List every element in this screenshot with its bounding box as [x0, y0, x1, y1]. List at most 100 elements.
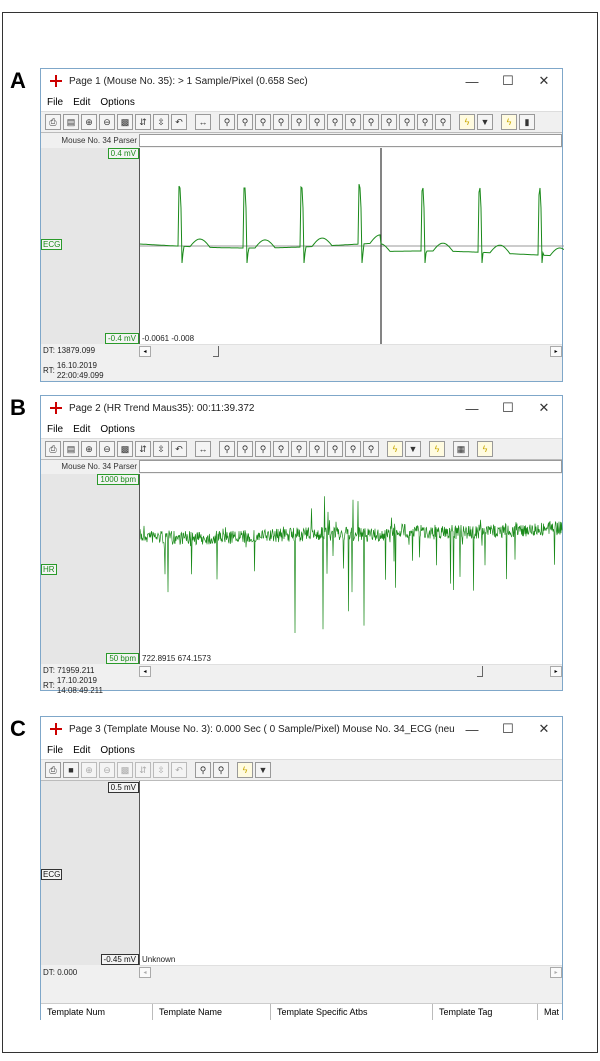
scroll-thumb[interactable] [213, 346, 219, 357]
find-icon[interactable]: ⚲ [381, 114, 397, 130]
y-min-label[interactable]: -0.4 mV [104, 333, 139, 344]
find-icon[interactable]: ⚲ [255, 441, 271, 457]
find-icon[interactable]: ⚲ [399, 114, 415, 130]
find-icon[interactable]: ⚲ [291, 441, 307, 457]
more-icon[interactable]: ▮ [519, 114, 535, 130]
close-button[interactable]: ✕ [526, 400, 562, 416]
find-icon[interactable]: ⚲ [273, 114, 289, 130]
find-icon[interactable]: ⚲ [309, 441, 325, 457]
column-mat[interactable]: Mat [538, 1004, 562, 1020]
menu-file[interactable]: File [47, 745, 63, 756]
close-button[interactable]: ✕ [526, 73, 562, 89]
lightning-active-icon[interactable]: ϟ [501, 114, 517, 130]
menu-edit[interactable]: Edit [73, 424, 90, 435]
page-icon[interactable]: ▤ [63, 114, 79, 130]
menu-file[interactable]: File [47, 424, 63, 435]
find-icon[interactable]: ⚲ [345, 114, 361, 130]
menu-options[interactable]: Options [100, 97, 134, 108]
maximize-button[interactable]: ☐ [490, 721, 526, 737]
db-icon[interactable]: ▦ [453, 441, 469, 457]
expand-icon[interactable]: ⇵ [135, 762, 151, 778]
arrows-icon[interactable]: ↔ [195, 441, 211, 457]
find-icon[interactable]: ⚲ [345, 441, 361, 457]
minimize-button[interactable]: — [454, 74, 490, 89]
scroll-left-arrow[interactable]: ◂ [139, 346, 151, 357]
find-icon[interactable]: ⚲ [255, 114, 271, 130]
menu-options[interactable]: Options [100, 745, 134, 756]
y-max-label[interactable]: 1000 bpm [97, 474, 139, 485]
maximize-button[interactable]: ☐ [490, 73, 526, 89]
undo-icon[interactable]: ↶ [171, 762, 187, 778]
page-icon[interactable]: ▤ [63, 441, 79, 457]
find-icon[interactable]: ⚲ [291, 114, 307, 130]
print-icon[interactable]: ⎙ [45, 441, 61, 457]
find-icon[interactable]: ⚲ [327, 441, 343, 457]
find-icon[interactable]: ⚲ [219, 114, 235, 130]
save-icon[interactable]: ■ [63, 762, 79, 778]
find-icon[interactable]: ⚲ [363, 441, 379, 457]
print-icon[interactable]: ⎙ [45, 114, 61, 130]
lightning-icon[interactable]: ϟ [237, 762, 253, 778]
horizontal-scrollbar[interactable]: ◂ ▸ [139, 664, 562, 677]
fit-icon[interactable]: ▩ [117, 441, 133, 457]
maximize-button[interactable]: ☐ [490, 400, 526, 416]
column-template-specific-atbs[interactable]: Template Specific Atbs [271, 1004, 433, 1020]
undo-icon[interactable]: ↶ [171, 114, 187, 130]
expand-icon[interactable]: ⇵ [135, 441, 151, 457]
filter-icon[interactable]: ▼ [405, 441, 421, 457]
y-min-label[interactable]: 50 bpm [106, 653, 139, 664]
channel-label[interactable]: ECG [41, 239, 63, 250]
lightning-icon[interactable]: ϟ [387, 441, 403, 457]
find-icon[interactable]: ⚲ [417, 114, 433, 130]
template-plot[interactable]: Unknown [139, 781, 562, 965]
menu-options[interactable]: Options [100, 424, 134, 435]
find-icon[interactable]: ⚲ [219, 441, 235, 457]
zoom-in-icon[interactable]: ⊕ [81, 441, 97, 457]
column-template-name[interactable]: Template Name [153, 1004, 271, 1020]
y-max-label[interactable]: 0.4 mV [107, 148, 139, 159]
zoom-out-icon[interactable]: ⊖ [99, 441, 115, 457]
scroll-left-arrow[interactable]: ◂ [139, 967, 151, 978]
lightning-icon[interactable]: ϟ [429, 441, 445, 457]
filter-icon[interactable]: ▼ [255, 762, 271, 778]
channel-label[interactable]: ECG [41, 869, 63, 880]
find-icon[interactable]: ⚲ [327, 114, 343, 130]
find-icon[interactable]: ⚲ [363, 114, 379, 130]
fit-icon[interactable]: ▩ [117, 762, 133, 778]
find-icon[interactable]: ⚲ [213, 762, 229, 778]
find-icon[interactable]: ⚲ [195, 762, 211, 778]
channel-label[interactable]: HR [41, 564, 57, 575]
zoom-in-icon[interactable]: ⊕ [81, 762, 97, 778]
find-icon[interactable]: ⚲ [237, 441, 253, 457]
scroll-right-arrow[interactable]: ▸ [550, 666, 562, 677]
compress-icon[interactable]: ⇳ [153, 441, 169, 457]
scroll-right-arrow[interactable]: ▸ [550, 346, 562, 357]
parser-field[interactable] [139, 460, 562, 473]
find-icon[interactable]: ⚲ [309, 114, 325, 130]
lightning-icon[interactable]: ϟ [477, 441, 493, 457]
zoom-in-icon[interactable]: ⊕ [81, 114, 97, 130]
close-button[interactable]: ✕ [526, 721, 562, 737]
minimize-button[interactable]: — [454, 722, 490, 737]
compress-icon[interactable]: ⇳ [153, 762, 169, 778]
expand-icon[interactable]: ⇵ [135, 114, 151, 130]
menu-edit[interactable]: Edit [73, 745, 90, 756]
fit-icon[interactable]: ▩ [117, 114, 133, 130]
horizontal-scrollbar[interactable]: ◂ ▸ [139, 965, 562, 978]
y-max-label[interactable]: 0.5 mV [107, 782, 139, 793]
horizontal-scrollbar[interactable]: ◂ ▸ [139, 344, 562, 357]
column-template-tag[interactable]: Template Tag [433, 1004, 538, 1020]
minimize-button[interactable]: — [454, 401, 490, 416]
parser-field[interactable] [139, 134, 562, 147]
find-icon[interactable]: ⚲ [273, 441, 289, 457]
column-template-num[interactable]: Template Num [41, 1004, 153, 1020]
lightning-icon[interactable]: ϟ [459, 114, 475, 130]
hr-trend-plot[interactable]: 722.8915 674.1573 [139, 474, 563, 664]
menu-edit[interactable]: Edit [73, 97, 90, 108]
filter-icon[interactable]: ▼ [477, 114, 493, 130]
undo-icon[interactable]: ↶ [171, 441, 187, 457]
zoom-out-icon[interactable]: ⊖ [99, 114, 115, 130]
find-icon[interactable]: ⚲ [435, 114, 451, 130]
ecg-plot[interactable]: -0.0061 -0.008 [139, 148, 564, 344]
zoom-out-icon[interactable]: ⊖ [99, 762, 115, 778]
